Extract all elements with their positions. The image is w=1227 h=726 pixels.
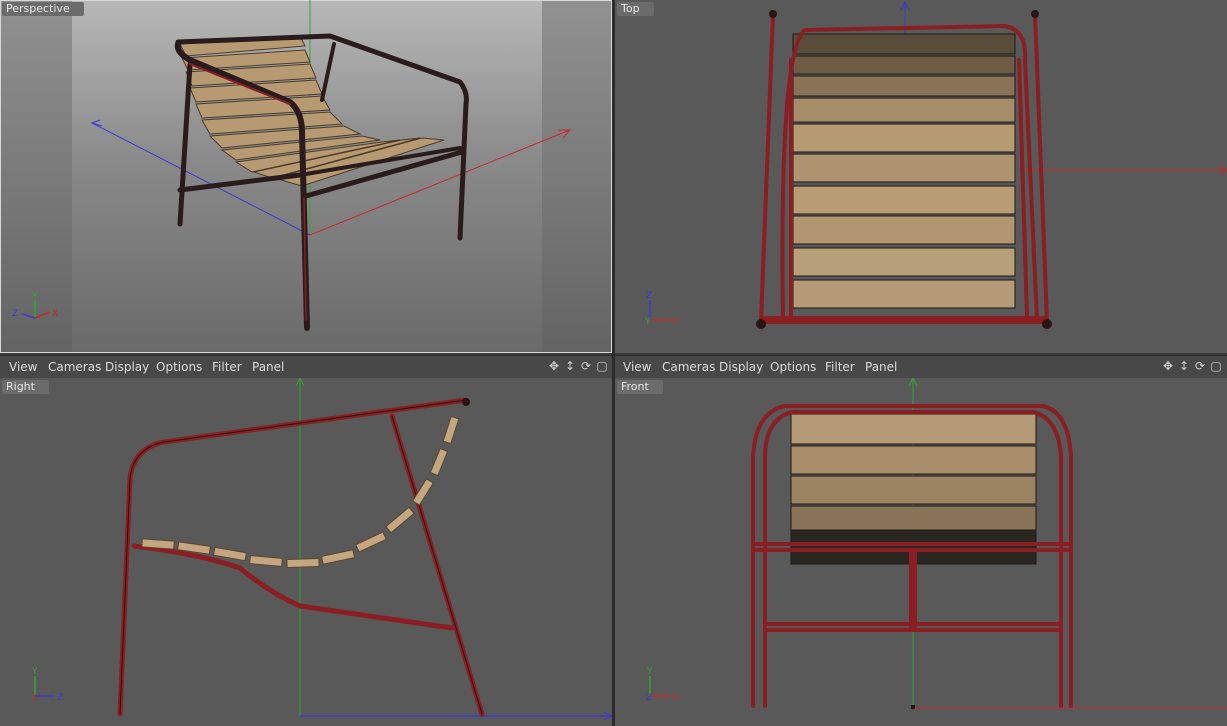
axis-z-label: Z <box>57 693 63 703</box>
menu-panel[interactable]: Panel <box>252 356 284 378</box>
perspective-canvas: Y X Z <box>0 0 612 353</box>
axis-z-label: Z <box>646 291 652 301</box>
menu-filter[interactable]: Filter <box>212 356 242 378</box>
axis-y-label: Y <box>646 667 653 677</box>
menu-filter[interactable]: Filter <box>825 356 855 378</box>
move-view-icon[interactable]: ✥ <box>547 359 561 373</box>
axis-z-label: Z <box>12 309 18 319</box>
axis-x-label: X <box>52 309 58 319</box>
axis-z-label: Z <box>646 693 652 703</box>
top-camera-label[interactable]: Top <box>617 2 654 16</box>
menu-view[interactable]: View <box>623 356 651 378</box>
rotate-view-icon[interactable]: ⟳ <box>579 359 593 373</box>
top-viewport[interactable]: Z Y X Top <box>615 0 1227 353</box>
front-camera-label[interactable]: Front <box>617 380 663 394</box>
menu-display[interactable]: Display <box>105 356 149 378</box>
front-viewport-menubar: View Cameras Display Options Filter Pane… <box>615 355 1227 379</box>
perspective-viewport[interactable]: Y X Z Perspective <box>0 0 612 353</box>
front-viewport[interactable]: Y Z X Front <box>615 378 1227 726</box>
toggle-layout-icon[interactable]: ▢ <box>1209 359 1223 373</box>
perspective-camera-label[interactable]: Perspective <box>2 2 84 16</box>
front-canvas: Y Z X <box>615 378 1227 726</box>
axis-x-label: X <box>31 693 37 703</box>
right-viewport-menubar: View Cameras Display Options Filter Pane… <box>0 355 612 379</box>
menu-cameras[interactable]: Cameras <box>662 356 715 378</box>
backrest-slats <box>790 413 1037 531</box>
move-view-icon[interactable]: ✥ <box>1161 359 1175 373</box>
menu-options[interactable]: Options <box>156 356 202 378</box>
menu-view[interactable]: View <box>9 356 37 378</box>
right-camera-label[interactable]: Right <box>2 380 49 394</box>
top-canvas: Z Y X <box>615 0 1227 353</box>
axis-x-label: X <box>672 693 678 703</box>
menu-panel[interactable]: Panel <box>865 356 897 378</box>
right-canvas: Y X Z <box>0 378 612 726</box>
axis-y-label: Y <box>31 667 38 677</box>
rotate-view-icon[interactable]: ⟳ <box>1193 359 1207 373</box>
toggle-layout-icon[interactable]: ▢ <box>595 359 609 373</box>
dolly-view-icon[interactable]: ↕ <box>1177 359 1191 373</box>
axis-y-label: Y <box>31 292 38 302</box>
menu-options[interactable]: Options <box>770 356 816 378</box>
dolly-view-icon[interactable]: ↕ <box>563 359 577 373</box>
menu-display[interactable]: Display <box>719 356 763 378</box>
axis-y-label: Y <box>644 317 651 327</box>
axis-x-label: X <box>672 317 678 327</box>
menu-cameras[interactable]: Cameras <box>48 356 101 378</box>
right-viewport[interactable]: Y X Z Right <box>0 378 612 726</box>
